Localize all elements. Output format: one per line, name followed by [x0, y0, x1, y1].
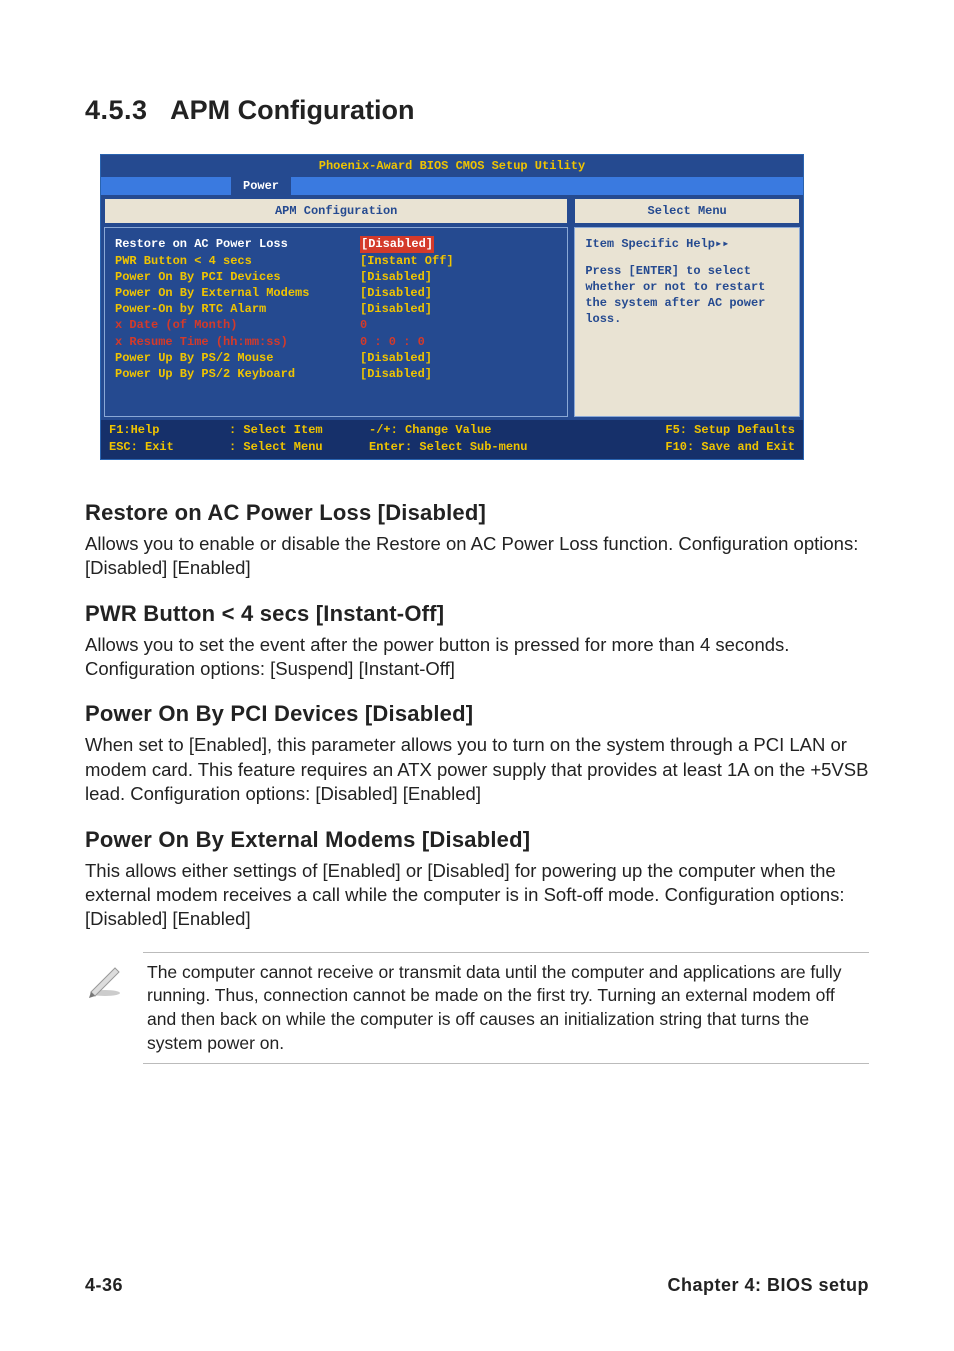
foot-f10: F10: Save and Exit [589, 439, 795, 455]
config-value[interactable]: [Instant Off] [360, 253, 454, 269]
bios-title: Phoenix-Award BIOS CMOS Setup Utility [101, 155, 803, 177]
config-row[interactable]: Power On By PCI Devices[Disabled] [115, 269, 559, 285]
config-label: Restore on AC Power Loss [115, 236, 360, 252]
note-text: The computer cannot receive or transmit … [143, 952, 869, 1065]
config-value[interactable]: [Disabled] [360, 366, 432, 382]
config-row[interactable]: Power Up By PS/2 Mouse[Disabled] [115, 350, 559, 366]
config-label: Power-On by RTC Alarm [115, 301, 360, 317]
subsection-heading: Power On By PCI Devices [Disabled] [85, 701, 869, 727]
config-row[interactable]: x Date (of Month) 0 [115, 317, 559, 333]
subsection-body: When set to [Enabled], this parameter al… [85, 733, 869, 806]
page-footer: 4-36 Chapter 4: BIOS setup [85, 1275, 869, 1296]
config-row[interactable]: Power-On by RTC Alarm[Disabled] [115, 301, 559, 317]
foot-f1: F1:Help [109, 422, 229, 438]
foot-sel-menu: : Select Menu [229, 439, 369, 455]
config-row[interactable]: Power Up By PS/2 Keyboard[Disabled] [115, 366, 559, 382]
help-panel: Item Specific Help▸▸ Press [ENTER] to se… [574, 227, 800, 417]
config-label: x Date (of Month) [115, 317, 360, 333]
subsection-body: Allows you to set the event after the po… [85, 633, 869, 682]
config-value[interactable]: [Disabled] [360, 301, 432, 317]
config-row[interactable]: PWR Button < 4 secs[Instant Off] [115, 253, 559, 269]
foot-f5: F5: Setup Defaults [589, 422, 795, 438]
config-value[interactable]: [Disabled] [360, 350, 432, 366]
bios-tabstrip: Power [101, 177, 803, 195]
subsection-heading: PWR Button < 4 secs [Instant-Off] [85, 601, 869, 627]
subsection-heading: Restore on AC Power Loss [Disabled] [85, 500, 869, 526]
section-number: 4.5.3 [85, 95, 148, 125]
config-label: PWR Button < 4 secs [115, 253, 360, 269]
tab-blank-left [101, 177, 231, 195]
config-value[interactable]: [Disabled] [360, 269, 432, 285]
config-row[interactable]: x Resume Time (hh:mm:ss)0 : 0 : 0 [115, 334, 559, 350]
config-value[interactable]: [Disabled] [360, 236, 434, 252]
page-number: 4-36 [85, 1275, 123, 1296]
section-title-text: APM Configuration [170, 95, 414, 125]
foot-change: -/+: Change Value [369, 422, 589, 438]
chapter-label: Chapter 4: BIOS setup [667, 1275, 869, 1296]
config-row[interactable]: Restore on AC Power Loss[Disabled] [115, 236, 559, 252]
tab-power[interactable]: Power [231, 177, 291, 195]
left-panel-header: APM Configuration [104, 198, 568, 224]
subsection-body: This allows either settings of [Enabled]… [85, 859, 869, 932]
config-value[interactable]: [Disabled] [360, 285, 432, 301]
config-label: Power On By External Modems [115, 285, 360, 301]
pencil-icon [85, 952, 125, 1003]
bios-footer: F1:Help : Select Item -/+: Change Value … [101, 420, 803, 458]
bios-window: Phoenix-Award BIOS CMOS Setup Utility Po… [100, 154, 804, 460]
config-label: Power Up By PS/2 Mouse [115, 350, 360, 366]
note-block: The computer cannot receive or transmit … [85, 952, 869, 1065]
foot-enter: Enter: Select Sub-menu [369, 439, 589, 455]
subsection-heading: Power On By External Modems [Disabled] [85, 827, 869, 853]
help-title: Item Specific Help▸▸ [585, 236, 791, 252]
section-heading: 4.5.3 APM Configuration [85, 95, 869, 126]
subsection-body: Allows you to enable or disable the Rest… [85, 532, 869, 581]
right-panel-header: Select Menu [574, 198, 800, 224]
foot-sel-item: : Select Item [229, 422, 369, 438]
help-body: Press [ENTER] to select whether or not t… [585, 263, 791, 328]
config-list: Restore on AC Power Loss[Disabled]PWR Bu… [104, 227, 568, 417]
config-label: Power On By PCI Devices [115, 269, 360, 285]
config-label: Power Up By PS/2 Keyboard [115, 366, 360, 382]
config-value[interactable]: 0 [360, 317, 367, 333]
foot-esc: ESC: Exit [109, 439, 229, 455]
config-row[interactable]: Power On By External Modems[Disabled] [115, 285, 559, 301]
config-label: x Resume Time (hh:mm:ss) [115, 334, 360, 350]
config-value[interactable]: 0 : 0 : 0 [360, 334, 425, 350]
